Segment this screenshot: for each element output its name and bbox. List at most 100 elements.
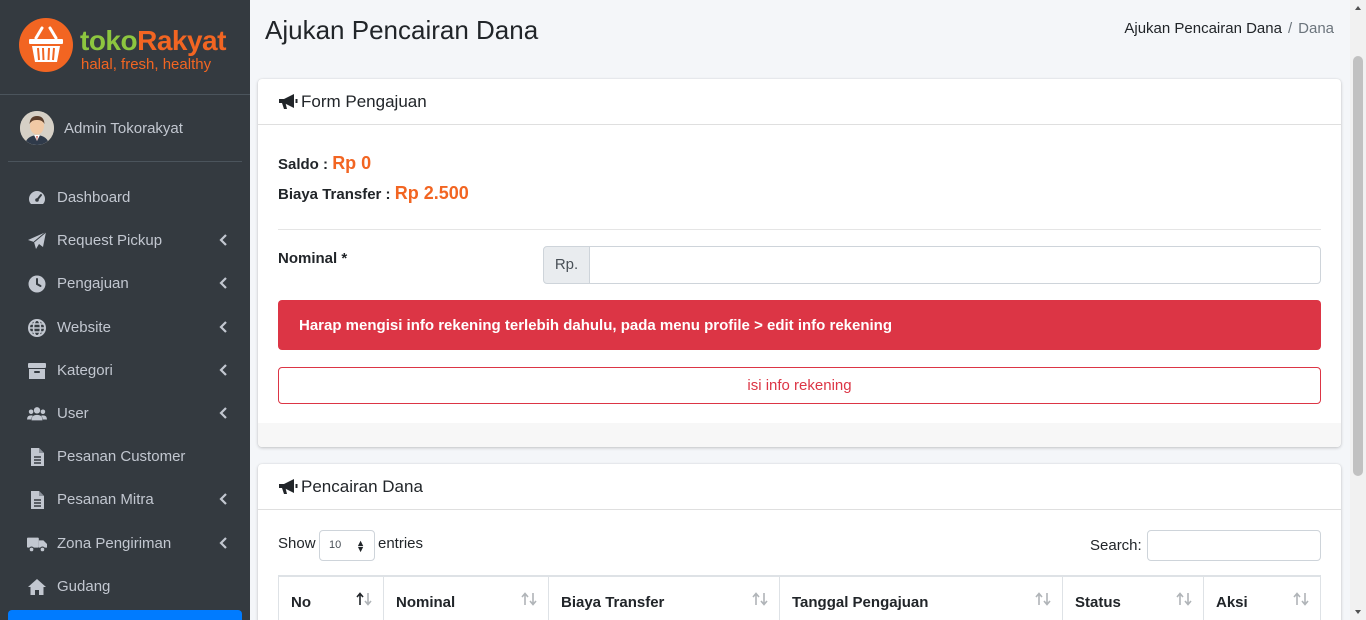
sidebar-item-pesanan-mitra[interactable]: Pesanan Mitra	[8, 478, 242, 521]
divider	[278, 229, 1321, 230]
chevron-left-icon	[219, 407, 227, 419]
avatar	[20, 111, 54, 145]
entries-value: 10	[329, 539, 342, 551]
sidebar-item-label: Pesanan Mitra	[57, 491, 154, 509]
clock-icon	[28, 275, 46, 293]
sort-icon	[752, 592, 768, 606]
biaya-transfer-row: Biaya Transfer : Rp 2.500	[278, 183, 469, 204]
card-header: Form Pengajuan	[258, 79, 1341, 125]
column-header-biaya-transfer[interactable]: Biaya Transfer	[549, 577, 780, 620]
entries-label: entries	[378, 535, 424, 552]
sidebar-item-label: Dashboard	[57, 189, 131, 206]
column-label: Nominal	[396, 594, 456, 611]
user-panel[interactable]: Admin Tokorakyat	[8, 96, 242, 162]
column-header-status[interactable]: Status	[1063, 577, 1204, 620]
bullhorn-icon	[279, 479, 298, 494]
sort-icon	[1176, 592, 1192, 606]
sort-icon	[1293, 592, 1309, 606]
page-title: Ajukan Pencairan Dana	[265, 15, 539, 45]
brand-name: tokoRakyat	[80, 26, 226, 56]
scroll-up-icon[interactable]	[1354, 4, 1362, 12]
nominal-label: Nominal *	[278, 250, 348, 267]
search-label: Search:	[1090, 537, 1142, 554]
sidebar-item-label: Zona Pengiriman	[57, 534, 172, 552]
sort-asc-icon	[356, 592, 372, 606]
sidebar-nav: Dashboard Request Pickup Pengajuan Websi…	[8, 176, 242, 608]
scrollbar-thumb[interactable]	[1353, 56, 1363, 476]
chevron-left-icon	[219, 320, 227, 333]
sidebar-item-request-pickup[interactable]: Request Pickup	[8, 219, 242, 262]
basket-logo-icon	[19, 18, 73, 72]
column-header-aksi[interactable]: Aksi	[1204, 577, 1320, 620]
breadcrumb-link[interactable]: Ajukan Pencairan Dana	[1124, 20, 1282, 37]
brand-name-part1: toko	[80, 25, 138, 56]
sidebar-item-zona-pengiriman[interactable]: Zona Pengiriman	[8, 522, 242, 565]
sidebar-item-gudang[interactable]: Gudang	[8, 565, 242, 608]
column-label: No	[291, 594, 311, 611]
search-input[interactable]	[1147, 530, 1321, 561]
sidebar-item-pesanan-customer[interactable]: Pesanan Customer	[8, 435, 242, 478]
file-icon	[31, 491, 44, 510]
chevron-left-icon	[219, 363, 227, 376]
currency-prefix: Rp.	[543, 246, 590, 284]
breadcrumb-active: Dana	[1298, 20, 1334, 37]
user-name: Admin Tokorakyat	[64, 120, 183, 137]
alert-danger: Harap mengisi info rekening terlebih dah…	[278, 300, 1321, 350]
chevron-left-icon	[219, 234, 227, 246]
select-arrows-icon: ▲ ▼	[356, 538, 365, 554]
sort-icon	[521, 592, 537, 606]
column-label: Biaya Transfer	[561, 594, 665, 611]
isi-info-rekening-button[interactable]: isi info rekening	[278, 367, 1321, 404]
nominal-input[interactable]	[589, 246, 1321, 284]
card-header: Pencairan Dana	[258, 464, 1341, 510]
card-title: Pencairan Dana	[301, 477, 423, 496]
saldo-label: Saldo :	[278, 156, 329, 173]
table-card: Pencairan Dana Show 10 ▲ ▼ entries Search…	[258, 464, 1341, 620]
form-card: Form Pengajuan Saldo : Rp 0 Biaya Transf…	[258, 79, 1341, 447]
sidebar-item-label: Kategori	[57, 361, 113, 379]
data-table: No Nominal Biaya Transfer Tanggal Pengaj…	[278, 575, 1321, 620]
sidebar-item-website[interactable]: Website	[8, 306, 242, 349]
column-header-no[interactable]: No	[279, 577, 384, 620]
column-label: Status	[1075, 594, 1121, 611]
column-label: Aksi	[1216, 594, 1248, 611]
column-header-tanggal-pengajuan[interactable]: Tanggal Pengajuan	[780, 577, 1063, 620]
saldo-value: Rp 0	[332, 153, 372, 173]
sidebar-item-pengajuan[interactable]: Pengajuan	[8, 262, 242, 305]
breadcrumb-separator: /	[1287, 20, 1293, 37]
sidebar-item-user[interactable]: User	[8, 392, 242, 435]
content-wrapper: Ajukan Pencairan Dana Ajukan Pencairan D…	[250, 0, 1350, 620]
column-label: Tanggal Pengajuan	[792, 594, 929, 611]
breadcrumb: Ajukan Pencairan Dana / Dana	[1124, 20, 1334, 37]
page-scrollbar[interactable]	[1350, 0, 1366, 620]
sidebar-item-label: Request Pickup	[57, 232, 163, 250]
card-footer	[258, 423, 1341, 447]
sidebar: tokoRakyat halal, fresh, healthy Admin T…	[0, 0, 250, 620]
sidebar-item-dashboard[interactable]: Dashboard	[8, 176, 242, 219]
nominal-input-group: Rp.	[543, 246, 1321, 284]
scroll-down-icon[interactable]	[1354, 608, 1362, 616]
globe-icon	[28, 318, 46, 337]
sort-icon	[1035, 592, 1051, 606]
saldo-row: Saldo : Rp 0	[278, 153, 371, 174]
entries-select[interactable]: 10 ▲ ▼	[319, 530, 375, 561]
chevron-left-icon	[219, 493, 227, 506]
file-icon	[31, 448, 44, 467]
biaya-transfer-label: Biaya Transfer :	[278, 186, 391, 203]
paper-plane-icon	[28, 231, 47, 250]
sidebar-item-label: Pesanan Customer	[57, 448, 186, 466]
brand[interactable]: tokoRakyat halal, fresh, healthy	[0, 0, 250, 95]
brand-tagline: halal, fresh, healthy	[81, 56, 212, 73]
chevron-left-icon	[219, 277, 227, 290]
sidebar-item-label: User	[57, 404, 89, 422]
sidebar-item-label: Website	[57, 318, 111, 336]
home-icon	[28, 578, 46, 595]
column-header-nominal[interactable]: Nominal	[384, 577, 549, 620]
users-icon	[27, 407, 47, 421]
sidebar-item-active[interactable]	[8, 610, 242, 620]
sidebar-item-label: Gudang	[57, 577, 111, 595]
sidebar-item-kategori[interactable]: Kategori	[8, 349, 242, 392]
chevron-left-icon	[219, 536, 227, 549]
bullhorn-icon	[279, 94, 298, 109]
truck-icon	[27, 537, 47, 552]
